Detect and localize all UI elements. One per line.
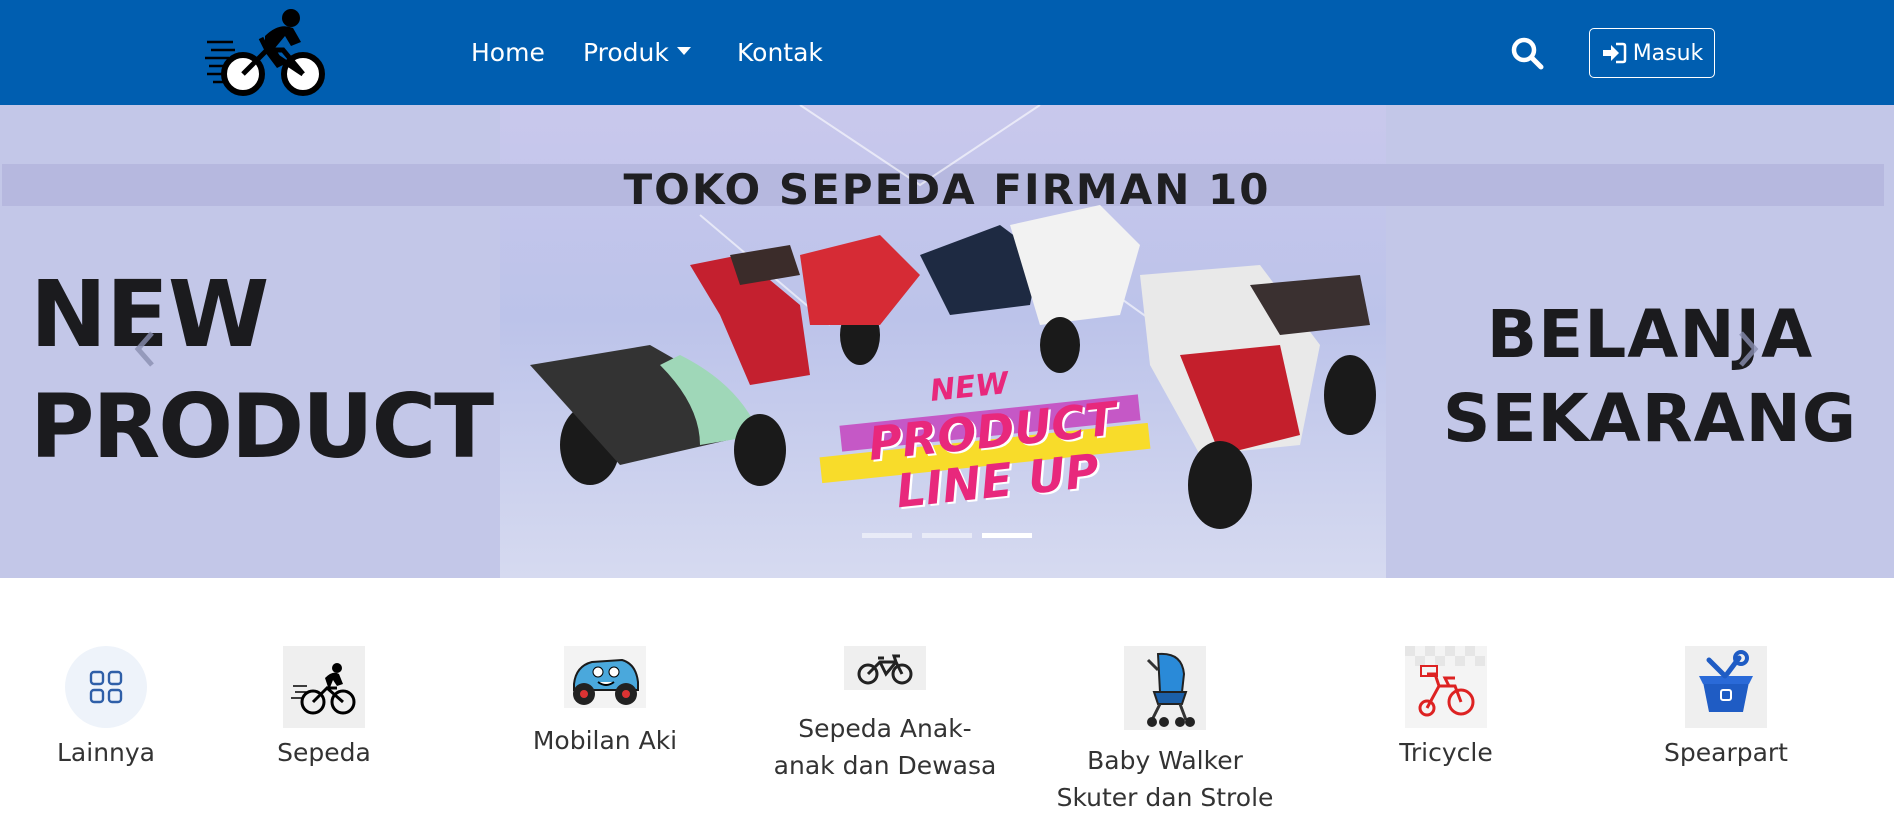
category-list: Lainnya Sepeda Mobilan Aki Sepeda Anak- … (0, 578, 1894, 819)
category-tricycle[interactable]: Tricycle (1386, 646, 1506, 771)
carousel-indicator-2[interactable] (922, 533, 972, 538)
category-label: Lainnya (57, 738, 155, 767)
search-icon[interactable] (1510, 36, 1544, 70)
toolbox-icon (1685, 646, 1767, 728)
grid-icon (65, 646, 147, 728)
belanja-line1: BELANJA (1486, 296, 1814, 373)
belanja-sekarang-text: BELANJA SEKARANG (1420, 293, 1880, 461)
bicycle-icon (844, 646, 926, 690)
category-label-line2: Skuter dan Strole (1056, 783, 1274, 812)
caret-down-icon (676, 47, 691, 55)
category-sepeda[interactable]: Sepeda (264, 646, 384, 771)
carousel-prev-icon[interactable] (130, 327, 160, 371)
cyclist-icon (283, 646, 365, 728)
login-button[interactable]: Masuk (1589, 28, 1715, 78)
belanja-line2: SEKARANG (1442, 380, 1858, 457)
toy-car-icon (564, 646, 646, 708)
nav-home[interactable]: Home (471, 38, 545, 68)
new-product-line2: PRODUCT (30, 375, 494, 478)
carousel-next-icon[interactable] (1733, 327, 1763, 371)
category-label-line2: anak dan Dewasa (773, 751, 997, 780)
hero-carousel: TOKO SEPEDA FIRMAN 10 NEW PRODUCT BELANJ… (0, 105, 1894, 578)
category-spearpart[interactable]: Spearpart (1656, 646, 1796, 771)
new-product-line1: NEW (30, 261, 269, 368)
nav-home-label: Home (471, 38, 545, 67)
sign-in-icon (1602, 42, 1626, 64)
category-baby-walker[interactable]: Baby Walker Skuter dan Strole (1050, 646, 1280, 816)
nav-kontak[interactable]: Kontak (737, 38, 823, 68)
login-label: Masuk (1632, 40, 1704, 66)
category-lainnya[interactable]: Lainnya (46, 646, 166, 771)
tricycle-icon (1405, 646, 1487, 728)
category-label: Spearpart (1664, 738, 1788, 767)
category-sepeda-anak-dewasa[interactable]: Sepeda Anak- anak dan Dewasa (770, 646, 1000, 784)
cyclist-logo-icon[interactable] (205, 8, 327, 96)
category-label-line1: Baby Walker (1087, 746, 1243, 775)
nav-produk-dropdown[interactable]: Produk (583, 38, 691, 68)
new-product-text: NEW PRODUCT (30, 261, 494, 478)
nav-produk-label: Produk (583, 38, 669, 67)
category-label: Tricycle (1399, 738, 1493, 767)
carousel-indicators (862, 533, 1032, 538)
carousel-indicator-1[interactable] (862, 533, 912, 538)
navbar: Home Produk Kontak Masuk (0, 0, 1894, 105)
carousel-indicator-3[interactable] (982, 533, 1032, 538)
category-label-line1: Sepeda Anak- (798, 714, 972, 743)
category-mobilan-aki[interactable]: Mobilan Aki (530, 646, 680, 759)
banner-title: TOKO SEPEDA FIRMAN 10 (623, 165, 1271, 214)
nav-kontak-label: Kontak (737, 38, 823, 67)
category-label: Mobilan Aki (532, 726, 678, 755)
category-label: Sepeda (277, 738, 371, 767)
stroller-icon (1124, 646, 1206, 730)
